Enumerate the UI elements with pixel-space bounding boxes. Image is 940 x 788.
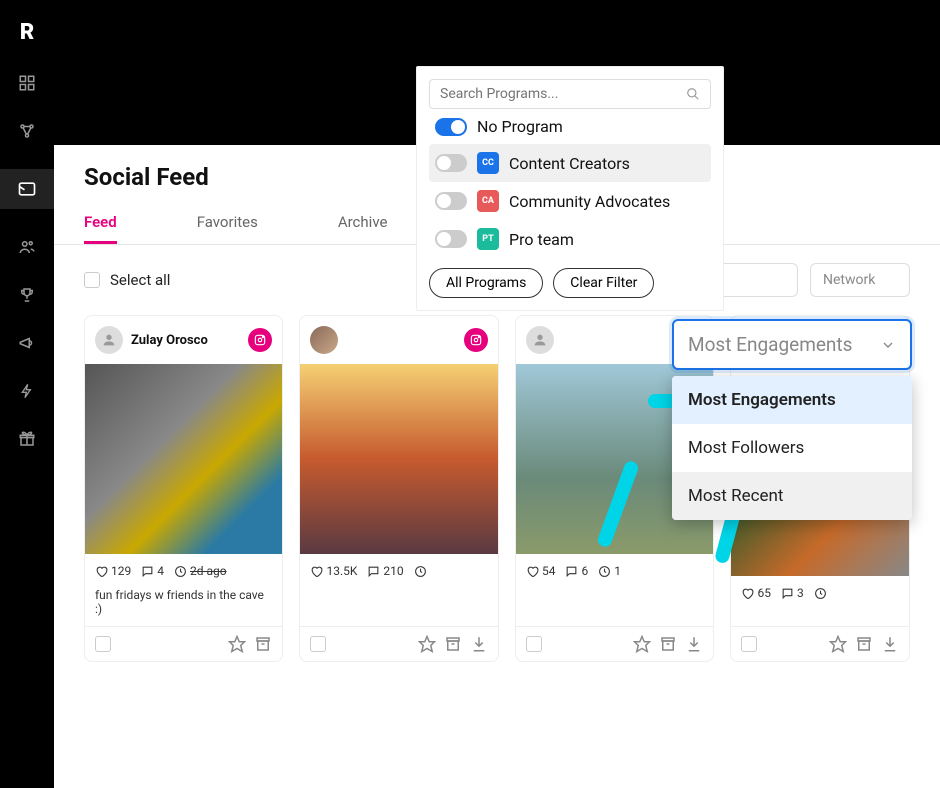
clear-filter-button[interactable]: Clear Filter xyxy=(553,268,654,298)
nav-dashboard-icon[interactable] xyxy=(17,73,37,93)
clock-icon xyxy=(174,565,187,578)
download-icon[interactable] xyxy=(685,635,703,653)
program-label: Pro team xyxy=(509,230,574,249)
likes-stat: 65 xyxy=(741,586,771,600)
card-footer xyxy=(300,626,497,661)
download-icon[interactable] xyxy=(470,635,488,653)
nav-megaphone-icon[interactable] xyxy=(17,333,37,353)
sort-dropdown: Most Engagements Most Engagements Most F… xyxy=(672,319,912,520)
program-row-community-advocates[interactable]: CA Community Advocates xyxy=(429,182,711,220)
program-badge: CA xyxy=(477,190,499,212)
select-all-checkbox[interactable] xyxy=(84,272,100,288)
archive-icon[interactable] xyxy=(254,635,272,653)
program-label: No Program xyxy=(477,117,563,136)
programs-popover: No Program CC Content Creators CA Commun… xyxy=(416,66,724,311)
sort-option-most-followers[interactable]: Most Followers xyxy=(672,424,912,472)
program-label: Community Advocates xyxy=(509,192,670,211)
sort-option-most-recent[interactable]: Most Recent xyxy=(672,472,912,520)
toggle-no-program[interactable] xyxy=(435,118,467,136)
card-footer xyxy=(85,626,282,661)
feed-card: 13.5K 210 xyxy=(299,315,498,662)
select-all[interactable]: Select all xyxy=(84,271,170,289)
sort-label: Most Engagements xyxy=(688,333,852,356)
avatar[interactable] xyxy=(95,326,123,354)
download-icon[interactable] xyxy=(881,635,899,653)
archive-icon[interactable] xyxy=(444,635,462,653)
post-stats: 129 4 2d ago xyxy=(85,554,282,588)
instagram-icon xyxy=(248,328,272,352)
program-badge: PT xyxy=(477,228,499,250)
select-all-label: Select all xyxy=(110,271,170,289)
sidebar-nav: R xyxy=(0,0,54,788)
programs-search[interactable] xyxy=(429,79,711,109)
annotation-scribble xyxy=(596,459,640,548)
card-checkbox[interactable] xyxy=(95,636,111,652)
logo: R xyxy=(20,20,34,45)
post-caption: fun fridays w friends in the cave :) xyxy=(85,588,282,626)
star-icon[interactable] xyxy=(633,635,651,653)
comment-icon xyxy=(141,565,154,578)
toggle[interactable] xyxy=(435,230,467,248)
card-checkbox[interactable] xyxy=(310,636,326,652)
card-footer xyxy=(516,626,713,661)
sort-option-most-engagements[interactable]: Most Engagements xyxy=(672,376,912,424)
sort-button[interactable]: Most Engagements xyxy=(672,319,912,370)
likes-stat: 13.5K xyxy=(310,564,357,578)
program-row-pro-team[interactable]: PT Pro team xyxy=(429,220,711,258)
programs-search-input[interactable] xyxy=(440,86,678,102)
author-name[interactable]: Zulay Orosco xyxy=(131,333,208,348)
sort-menu: Most Engagements Most Followers Most Rec… xyxy=(672,376,912,520)
time-stat: 2d ago xyxy=(174,564,227,578)
all-programs-button[interactable]: All Programs xyxy=(429,268,543,298)
star-icon[interactable] xyxy=(228,635,246,653)
post-image[interactable] xyxy=(85,364,282,554)
card-footer xyxy=(731,626,909,661)
nav-connections-icon[interactable] xyxy=(17,121,37,141)
network-placeholder: Network xyxy=(823,272,875,288)
program-row-content-creators[interactable]: CC Content Creators xyxy=(429,144,711,182)
program-row-no-program[interactable]: No Program xyxy=(429,109,711,144)
tab-favorites[interactable]: Favorites xyxy=(197,203,258,244)
heart-icon xyxy=(95,565,108,578)
feed-card: Zulay Orosco 129 4 2d ago fun fridays w … xyxy=(84,315,283,662)
program-label: Content Creators xyxy=(509,154,630,173)
comments-stat: 210 xyxy=(367,564,403,578)
comments-stat: 6 xyxy=(565,564,588,578)
network-dropdown[interactable]: Network xyxy=(810,263,910,297)
tab-feed[interactable]: Feed xyxy=(84,203,117,244)
star-icon[interactable] xyxy=(418,635,436,653)
nav-gift-icon[interactable] xyxy=(17,429,37,449)
card-checkbox[interactable] xyxy=(741,636,757,652)
tab-archive[interactable]: Archive xyxy=(338,203,388,244)
comments-stat: 4 xyxy=(141,564,164,578)
nav-lightning-icon[interactable] xyxy=(17,381,37,401)
comments-stat: 3 xyxy=(781,586,804,600)
toggle[interactable] xyxy=(435,154,467,172)
archive-icon[interactable] xyxy=(855,635,873,653)
avatar[interactable] xyxy=(526,326,554,354)
likes-stat: 129 xyxy=(95,564,131,578)
post-stats: 65 3 xyxy=(731,576,909,610)
card-checkbox[interactable] xyxy=(526,636,542,652)
program-badge: CC xyxy=(477,152,499,174)
avatar[interactable] xyxy=(310,326,338,354)
post-stats: 54 6 1 xyxy=(516,554,713,588)
post-stats: 13.5K 210 xyxy=(300,554,497,588)
nav-people-icon[interactable] xyxy=(17,237,37,257)
chevron-down-icon xyxy=(880,337,896,353)
star-icon[interactable] xyxy=(829,635,847,653)
post-image[interactable] xyxy=(300,364,497,554)
search-icon xyxy=(686,87,700,101)
archive-icon[interactable] xyxy=(659,635,677,653)
toggle[interactable] xyxy=(435,192,467,210)
instagram-icon xyxy=(464,328,488,352)
time-stat xyxy=(414,565,427,578)
post-image[interactable] xyxy=(731,511,909,576)
nav-feed-icon[interactable] xyxy=(0,169,54,209)
time-stat xyxy=(814,587,827,600)
likes-stat: 54 xyxy=(526,564,556,578)
time-stat: 1 xyxy=(598,564,621,578)
nav-trophy-icon[interactable] xyxy=(17,285,37,305)
